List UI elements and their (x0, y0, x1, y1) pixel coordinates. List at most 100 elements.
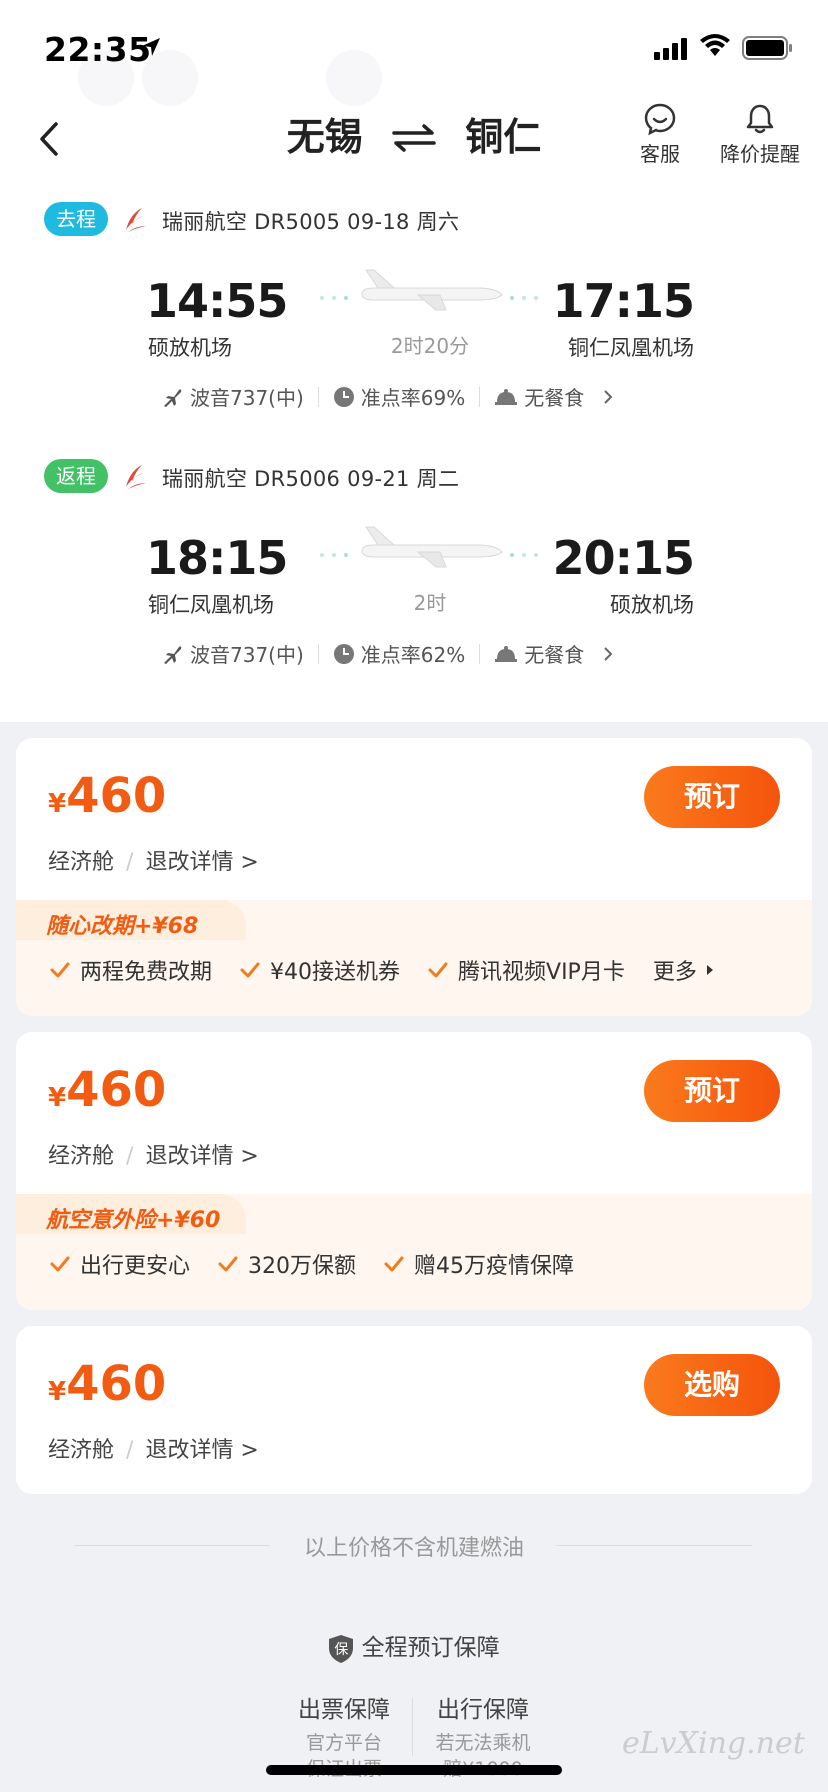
cabin-row: 经济舱 / 退改详情 > (48, 1144, 259, 1169)
check-icon (428, 962, 448, 978)
offer-card[interactable]: ¥460 经济舱 / 退改详情 > 预订 航空意外险+¥60 出行更安心 320万保… (16, 1032, 812, 1310)
shield-icon: 保 (328, 1634, 354, 1664)
offer-card[interactable]: ¥460 经济舱 / 退改详情 > 预订 随心改期+¥68 两程免费改期 ¥40接送… (16, 738, 812, 1016)
flight-summary-panel: 22:35 无锡 铜仁 客服 降价提醒 去程 瑞丽航空 DR5005 09-18… (0, 0, 828, 722)
addon-feature: 腾讯视频VIP月卡 (428, 954, 625, 986)
arrival-airport: 铜仁凤凰机场 (568, 336, 694, 360)
currency-symbol: ¥ (48, 1083, 67, 1113)
check-icon (384, 1256, 404, 1272)
watermark: eLvXing.net (622, 1726, 805, 1761)
addon-feature: 两程免费改期 (50, 954, 212, 986)
offer-price: ¥460 (48, 768, 166, 824)
purchase-button[interactable]: 选购 (644, 1354, 780, 1416)
check-icon (240, 962, 260, 978)
offer-price: ¥460 (48, 1062, 166, 1118)
divider (479, 386, 481, 407)
addon-feature: 赠45万疫情保障 (384, 1248, 574, 1280)
chat-bubble-icon (644, 103, 676, 136)
status-time: 22:35 (44, 30, 152, 69)
price-value: 460 (66, 768, 167, 824)
on-time-rate: 准点率62% (360, 643, 466, 667)
meal-dome-icon (495, 645, 518, 662)
departure-airport: 铜仁凤凰机场 (148, 593, 274, 617)
bell-icon (746, 104, 774, 134)
price-alert-button[interactable]: 降价提醒 (720, 102, 800, 167)
check-icon (218, 1256, 238, 1272)
flight-info: 瑞丽航空 DR5005 09-18 周六 (162, 210, 460, 234)
outbound-leg[interactable]: 去程 瑞丽航空 DR5005 09-18 周六 14:55 硕放机场 2时20分… (0, 202, 828, 452)
status-bar: 22:35 (0, 0, 828, 96)
cellular-signal-icon (654, 38, 688, 64)
meal-info: 无餐食 (524, 643, 585, 667)
on-time-rate: 准点率69% (360, 386, 466, 410)
flight-info: 瑞丽航空 DR5006 09-21 周二 (162, 467, 460, 491)
cabin-class: 经济舱 (48, 1144, 115, 1169)
guarantee-title: 全程预订保障 (361, 1635, 500, 1661)
price-note: 以上价格不含机建燃油 (0, 1530, 828, 1562)
book-button[interactable]: 预订 (644, 766, 780, 828)
addon-feature: ¥40接送机券 (240, 954, 400, 986)
divider (412, 1698, 413, 1756)
location-arrow-icon (140, 36, 162, 62)
flight-duration: 2时 (413, 591, 447, 615)
addon-feature: 320万保额 (218, 1248, 356, 1280)
flight-meta-row[interactable]: 波音737(中) 准点率62% 无餐食 (162, 639, 620, 668)
price-value: 460 (66, 1356, 167, 1412)
divider (74, 1545, 270, 1546)
meal-info: 无餐食 (524, 386, 585, 410)
swap-arrows-icon[interactable] (390, 118, 438, 162)
meal-dome-icon (495, 388, 518, 405)
flight-duration: 2时20分 (390, 334, 470, 358)
airplane-icon (318, 521, 540, 575)
flight-meta-row[interactable]: 波音737(中) 准点率69% 无餐食 (162, 382, 620, 411)
aircraft-type: 波音737(中) (190, 643, 304, 667)
booking-guarantee[interactable]: 保 全程预订保障 (0, 1628, 828, 1664)
refund-rules-link[interactable]: 退改详情 > (145, 1438, 258, 1463)
plane-small-icon (164, 645, 182, 664)
currency-symbol: ¥ (48, 789, 67, 819)
offer-card[interactable]: ¥460 经济舱 / 退改详情 > 选购 (16, 1326, 812, 1494)
customer-service-button[interactable]: 客服 (640, 102, 680, 167)
divider (479, 643, 481, 664)
addon-package[interactable]: 随心改期+¥68 两程免费改期 ¥40接送机券 腾讯视频VIP月卡 更多 (16, 900, 812, 1016)
book-button[interactable]: 预订 (644, 1060, 780, 1122)
check-icon (50, 962, 70, 978)
divider (556, 1545, 752, 1546)
cabin-class: 经济舱 (48, 1438, 115, 1463)
clock-icon (333, 643, 354, 664)
customer-service-label: 客服 (640, 142, 680, 166)
arrival-time: 20:15 (552, 531, 695, 585)
wifi-icon (700, 34, 730, 62)
destination-city: 铜仁 (465, 115, 542, 159)
divider (317, 643, 319, 664)
nav-bar: 无锡 铜仁 客服 降价提醒 (0, 96, 828, 188)
refund-rules-link[interactable]: 退改详情 > (145, 850, 258, 875)
leg-tag: 去程 (44, 202, 108, 236)
refund-rules-link[interactable]: 退改详情 > (145, 1144, 258, 1169)
leg-tag: 返程 (44, 459, 108, 493)
origin-city: 无锡 (286, 115, 363, 159)
price-note-text: 以上价格不含机建燃油 (303, 1536, 524, 1561)
clock-icon (333, 386, 354, 407)
caret-right-icon (706, 965, 713, 975)
addon-title: 随心改期+¥68 (46, 914, 199, 939)
airline-logo-icon (122, 206, 148, 238)
addon-feature: 出行更安心 (50, 1248, 190, 1280)
cabin-row: 经济舱 / 退改详情 > (48, 1438, 259, 1463)
more-link[interactable]: 更多 (653, 954, 715, 986)
divider (317, 386, 319, 407)
airline-logo-icon (122, 463, 148, 495)
departure-airport: 硕放机场 (148, 336, 232, 360)
addon-title: 航空意外险+¥60 (46, 1208, 221, 1233)
route-title[interactable]: 无锡 铜仁 (0, 106, 828, 162)
cabin-class: 经济舱 (48, 850, 115, 875)
return-leg[interactable]: 返程 瑞丽航空 DR5006 09-21 周二 18:15 铜仁凤凰机场 2时 … (0, 459, 828, 709)
arrival-airport: 硕放机场 (610, 593, 694, 617)
battery-icon (742, 36, 794, 64)
price-alert-label: 降价提醒 (720, 142, 800, 166)
addon-package[interactable]: 航空意外险+¥60 出行更安心 320万保额 赠45万疫情保障 (16, 1194, 812, 1310)
airplane-icon (318, 264, 540, 318)
offer-price: ¥460 (48, 1356, 166, 1412)
addon-features: 两程免费改期 ¥40接送机券 腾讯视频VIP月卡 更多 (50, 954, 715, 986)
home-indicator[interactable] (266, 1765, 562, 1775)
